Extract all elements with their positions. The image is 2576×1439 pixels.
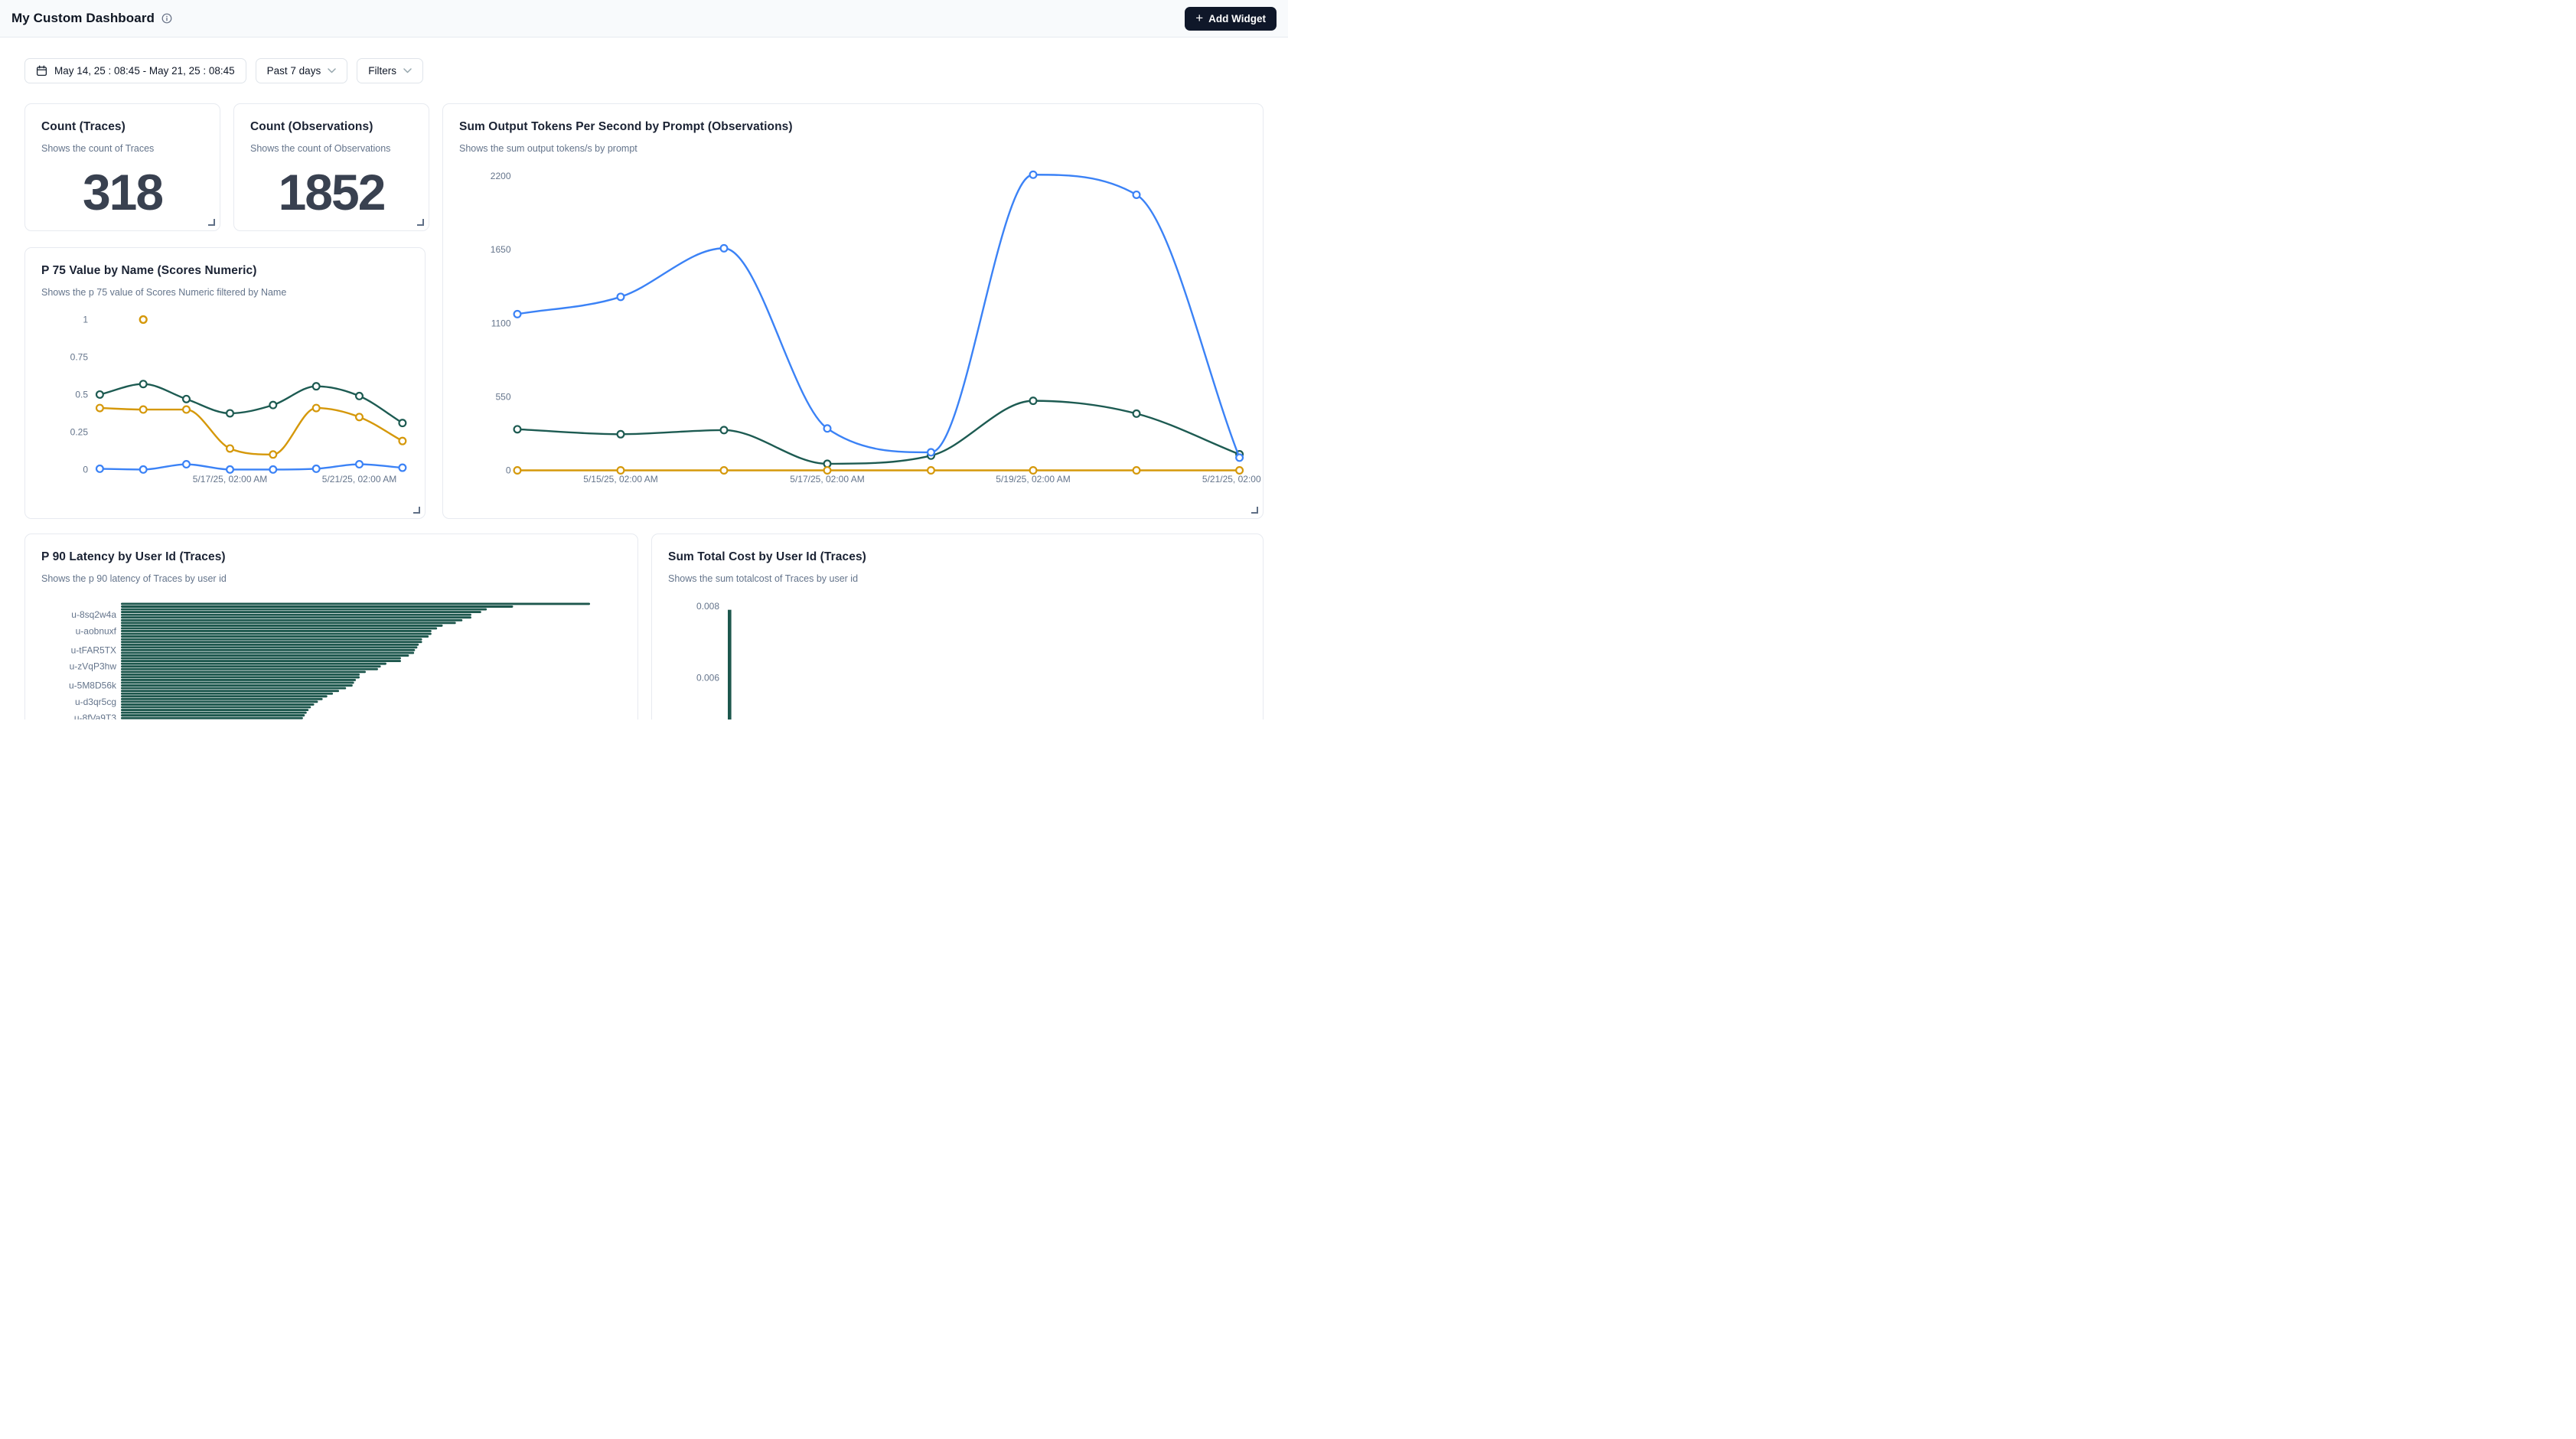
count-traces-value: 318: [25, 163, 220, 221]
widget-p90-latency: P 90 Latency by User Id (Traces) Shows t…: [24, 534, 638, 720]
date-range-value: May 14, 25 : 08:45 - May 21, 25 : 08:45: [54, 65, 235, 77]
p90-bar-chart: u-8sq2w4a u-aobnuxf u-tFAR5TX u-zVqP3hw u-5M…: [25, 534, 637, 720]
time-preset-dropdown[interactable]: Past 7 days: [256, 58, 348, 83]
add-widget-label: Add Widget: [1208, 13, 1266, 24]
svg-text:u-aobnuxf: u-aobnuxf: [76, 625, 117, 636]
count-observations-value: 1852: [234, 163, 429, 221]
filter-toolbar: May 14, 25 : 08:45 - May 21, 25 : 08:45 …: [24, 58, 423, 83]
time-preset-value: Past 7 days: [267, 65, 321, 77]
widget-p75-scores: P 75 Value by Name (Scores Numeric) Show…: [24, 247, 426, 519]
date-range-picker[interactable]: May 14, 25 : 08:45 - May 21, 25 : 08:45: [24, 58, 246, 83]
page-title: My Custom Dashboard: [11, 11, 155, 26]
chevron-down-icon: [328, 68, 336, 73]
svg-text:0.75: 0.75: [70, 351, 89, 362]
svg-text:5/17/25, 02:00 AM: 5/17/25, 02:00 AM: [193, 474, 267, 485]
plus-icon: +: [1195, 11, 1203, 24]
resize-handle[interactable]: [208, 219, 215, 226]
svg-text:5/19/25, 02:00 AM: 5/19/25, 02:00 AM: [996, 474, 1070, 485]
svg-text:u-8sq2w4a: u-8sq2w4a: [71, 609, 116, 620]
widget-total-cost: Sum Total Cost by User Id (Traces) Shows…: [651, 534, 1264, 720]
chevron-down-icon: [403, 68, 412, 73]
widget-title: Count (Observations): [250, 120, 373, 134]
info-icon[interactable]: [161, 13, 172, 24]
resize-handle[interactable]: [417, 219, 424, 226]
svg-text:u-tFAR5TX: u-tFAR5TX: [71, 644, 116, 655]
svg-text:u-5M8D56k: u-5M8D56k: [69, 680, 117, 691]
svg-text:1: 1: [83, 315, 88, 325]
svg-text:0.008: 0.008: [696, 601, 719, 612]
calendar-icon: [36, 65, 47, 77]
widget-count-observations: Count (Observations) Shows the count of …: [233, 103, 429, 231]
page-header: My Custom Dashboard + Add Widget: [0, 0, 1288, 38]
svg-text:0.25: 0.25: [70, 426, 89, 437]
svg-text:u-8fVa9T3: u-8fVa9T3: [74, 713, 116, 720]
cost-bar-chart: 0.008 0.006: [652, 534, 1263, 720]
svg-text:0.5: 0.5: [75, 389, 88, 400]
svg-text:1100: 1100: [491, 318, 511, 328]
svg-text:5/21/25, 02:00 AM: 5/21/25, 02:00 AM: [322, 474, 396, 485]
widget-count-traces: Count (Traces) Shows the count of Traces…: [24, 103, 220, 231]
svg-text:5/21/25, 02:00 AM: 5/21/25, 02:00 AM: [1202, 474, 1263, 485]
p75-line-chart: 0 0.25 0.5 0.75 1 5/17/25, 02:00 AM 5/21/25, 0…: [25, 248, 425, 518]
svg-text:2200: 2200: [491, 171, 511, 181]
widget-title: Count (Traces): [41, 120, 126, 134]
svg-text:1650: 1650: [491, 244, 511, 255]
svg-text:5/15/25, 02:00 AM: 5/15/25, 02:00 AM: [583, 474, 657, 485]
svg-text:550: 550: [495, 391, 510, 402]
resize-handle[interactable]: [1251, 507, 1258, 514]
svg-text:u-zVqP3hw: u-zVqP3hw: [70, 661, 117, 672]
dashboard-page: My Custom Dashboard + Add Widget May 14,…: [0, 0, 1288, 720]
widget-subtitle: Shows the count of Observations: [250, 143, 390, 154]
svg-text:u-d3qr5cg: u-d3qr5cg: [75, 697, 116, 707]
widget-subtitle: Shows the count of Traces: [41, 143, 154, 154]
svg-text:5/17/25, 02:00 AM: 5/17/25, 02:00 AM: [790, 474, 864, 485]
svg-text:0.006: 0.006: [696, 673, 719, 684]
tokens-line-chart: 0 550 1100 1650 2200 5/15/25, 02:00 AM 5/17/25…: [443, 104, 1263, 518]
widget-tokens-per-second: Sum Output Tokens Per Second by Prompt (…: [442, 103, 1264, 519]
filters-dropdown[interactable]: Filters: [357, 58, 423, 83]
resize-handle[interactable]: [413, 507, 420, 514]
add-widget-button[interactable]: + Add Widget: [1185, 7, 1277, 31]
svg-text:0: 0: [83, 464, 88, 475]
filters-label: Filters: [368, 65, 396, 77]
svg-text:0: 0: [506, 465, 511, 476]
